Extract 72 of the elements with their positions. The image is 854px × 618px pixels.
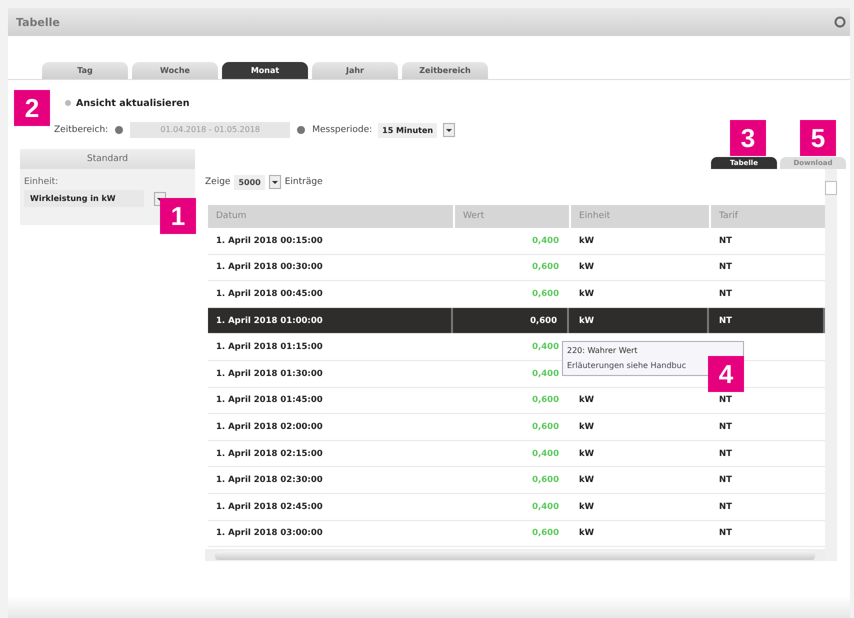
table-row[interactable]: 1. April 2018 00:30:00 0,600 kW NT xyxy=(208,254,825,282)
date-cell-text: 1. April 2018 01:15:00 xyxy=(215,342,324,352)
value-cell-text: 0,400 xyxy=(531,502,560,512)
number-badge: 3 xyxy=(730,120,766,156)
settings-icon[interactable] xyxy=(834,16,846,28)
window-title: Tabelle xyxy=(16,16,60,28)
date-cell-text: 1. April 2018 00:45:00 xyxy=(215,288,324,299)
range-label: Zeitbereich: xyxy=(54,125,108,135)
period-tab[interactable]: Tag xyxy=(42,62,128,79)
value-cell-text: 0,600 xyxy=(531,528,560,538)
date-cell-text: 1. April 2018 03:00:00 xyxy=(215,528,324,538)
unit-cell-text: kW xyxy=(578,422,596,432)
tariff-cell-text: NT xyxy=(718,236,733,246)
unit-cell-text: kW xyxy=(578,475,596,486)
number-badge: 2 xyxy=(14,90,50,126)
tooltip-text: 220: Wahrer Wert xyxy=(567,345,639,357)
entries-label: Einträge xyxy=(284,177,323,187)
number-badge: 1 xyxy=(160,198,196,234)
unit-cell-text: kW xyxy=(578,236,596,246)
unit-select[interactable]: Wirkleistung in kW xyxy=(24,190,144,207)
table-row[interactable]: 1. April 2018 01:00:00 0,600 kW NT xyxy=(208,308,825,334)
panel-header: Standard xyxy=(20,149,195,169)
unit-cell-text: kW xyxy=(578,502,596,512)
tooltip-text: Erläuterungen siehe Handbuc xyxy=(567,360,688,372)
date-cell-text: 1. April 2018 01:30:00 xyxy=(215,368,324,379)
tariff-cell-text: NT xyxy=(718,422,733,432)
value-cell-text: 0,600 xyxy=(531,422,560,432)
table-row[interactable]: 1. April 2018 01:45:00 0,600 kW NT xyxy=(208,388,825,414)
date-cell-text: 1. April 2018 00:30:00 xyxy=(215,262,324,272)
period-tab[interactable]: Zeitbereich xyxy=(402,62,488,79)
value-cell-text: 0,400 xyxy=(531,448,560,459)
period-tab[interactable]: Monat xyxy=(222,62,308,79)
period-tab[interactable]: Woche xyxy=(132,62,218,79)
value-cell-text: 0,400 xyxy=(531,342,560,352)
refresh-link[interactable]: Ansicht aktualisieren xyxy=(76,98,190,108)
value-cell-text: 0,600 xyxy=(531,395,560,406)
date-cell-text: 1. April 2018 02:00:00 xyxy=(215,422,324,432)
unit-label: Einheit: xyxy=(24,177,60,187)
horizontal-scrollbar[interactable] xyxy=(205,549,825,562)
value-cell-text: 0,600 xyxy=(531,475,560,486)
date-cell-text: 1. April 2018 00:15:00 xyxy=(215,236,324,246)
unit-cell-text: kW xyxy=(578,395,596,406)
entries-label: Zeige xyxy=(205,177,230,187)
unit-cell-text: kW xyxy=(578,448,596,459)
period-label: Messperiode: xyxy=(312,125,372,135)
date-cell-text: 1. April 2018 02:15:00 xyxy=(215,448,324,459)
value-cell-text: 0,600 xyxy=(531,262,560,272)
table-row[interactable]: 1. April 2018 03:00:00 0,600 kW NT xyxy=(208,520,825,548)
period-select[interactable]: 15 Minuten xyxy=(378,122,438,138)
tariff-cell-text: NT xyxy=(718,528,733,538)
tariff-cell-text: NT xyxy=(718,448,733,459)
unit-cell-text: kW xyxy=(578,288,596,299)
number-badge: 5 xyxy=(800,120,836,156)
value-cell-text: 0,400 xyxy=(531,368,560,379)
vertical-scrollbar[interactable] xyxy=(825,169,837,562)
date-cell-text: 1. April 2018 02:45:00 xyxy=(215,502,324,512)
value-cell-text: 0,400 xyxy=(531,236,560,246)
tariff-cell-text: NT xyxy=(718,475,733,486)
dropdown-icon[interactable] xyxy=(268,175,281,189)
unit-cell-text: kW xyxy=(578,262,596,272)
tariff-cell-text: NT xyxy=(718,502,733,512)
number-badge: 4 xyxy=(708,356,744,392)
tariff-cell-text: NT xyxy=(718,395,733,406)
tariff-cell-text: NT xyxy=(718,262,733,272)
unit-cell-text: kW xyxy=(578,528,596,538)
entries-select[interactable]: 5000 xyxy=(234,174,265,190)
period-tab[interactable]: Jahr xyxy=(312,62,398,79)
tariff-cell-text: NT xyxy=(718,288,733,299)
date-cell-text: 1. April 2018 01:45:00 xyxy=(215,395,324,406)
date-cell-text: 1. April 2018 02:30:00 xyxy=(215,475,324,486)
dropdown-icon[interactable] xyxy=(443,123,456,137)
value-cell-text: 0,600 xyxy=(531,288,560,299)
